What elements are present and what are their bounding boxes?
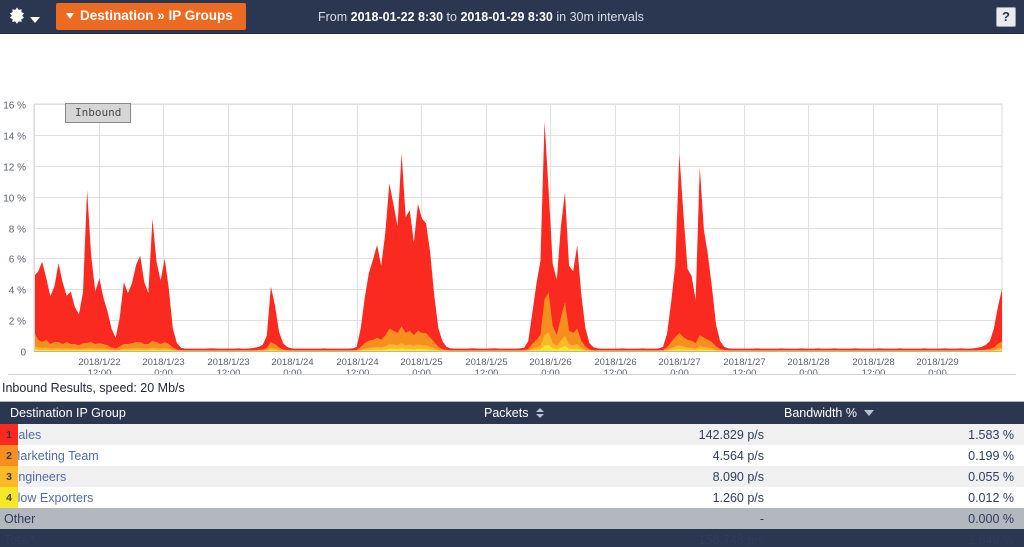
cell-group-name: 3 Engineers [0,466,474,487]
x-tick-time: 12:00 [346,368,370,374]
x-tick-time: 0:00 [541,368,560,374]
x-tick-time: 12:00 [733,368,757,374]
breadcrumb-destination-ip-groups[interactable]: Destination » IP Groups [56,3,246,30]
cell-packets: 4.564 p/s [474,445,774,466]
breadcrumb-label: Destination » IP Groups [80,8,233,24]
column-header-packets[interactable]: Packets [474,402,774,424]
x-tick-date: 2018/1/23 [207,357,249,368]
chevron-down-icon [30,17,40,23]
cell-bandwidth: 0.199 % [774,445,1024,466]
table-body: 1 Sales 142.829 p/s 1.583 % 2 Marketing Team 4… [0,424,1024,547]
range-suffix: in 30m intervals [552,9,644,24]
column-header-destination-ip-group[interactable]: Destination IP Group [0,402,474,424]
help-button[interactable]: ? [996,6,1016,27]
cell-bandwidth: 0.000 % [774,508,1024,529]
cell-packets: 8.090 p/s [474,466,774,487]
cell-packets: 142.829 p/s [474,424,774,445]
traffic-chart: 02 % 4 % 6 % 8 % 10 % 12 % 14 % 16 % 2018/1/22 12… [0,34,1024,374]
x-tick-date: 2018/1/26 [529,357,571,368]
y-tick-label: 14 % [3,132,26,143]
cell-group-name: Total* [0,529,474,547]
x-tick-time: 12:00 [475,368,499,374]
chart-canvas: 02 %4 %6 %8 %10 %12 %14 %16 %2018/1/2212… [3,101,1003,374]
x-tick-time: 12:00 [862,368,886,374]
range-start: 2018-01-22 8:30 [350,9,444,24]
column-header-bandwidth[interactable]: Bandwidth % [774,402,1024,424]
table-row[interactable]: 4 Flow Exporters 1.260 p/s 0.012 % [0,487,1024,508]
table-row[interactable]: 2 Marketing Team 4.564 p/s 0.199 % [0,445,1024,466]
x-tick-date: 2018/1/23 [142,357,184,368]
x-tick-time: 0:00 [799,368,818,374]
cell-packets: 1.260 p/s [474,487,774,508]
legend-inbound[interactable]: Inbound [65,103,132,123]
range-end: 2018-01-29 8:30 [460,9,553,24]
y-tick-label: 2 % [9,317,26,328]
x-tick-date: 2018/1/27 [658,357,700,368]
cell-bandwidth: 0.055 % [774,466,1024,487]
y-tick-label: 4 % [9,286,26,297]
rank-badge: 3 [0,466,18,487]
x-tick-time: 0:00 [283,368,302,374]
x-tick-time: 0:00 [670,368,689,374]
group-link[interactable]: Engineers [10,470,66,484]
top-toolbar: Destination » IP Groups From 2018-01-22 … [0,0,1024,34]
x-tick-date: 2018/1/28 [787,357,829,368]
x-tick-date: 2018/1/24 [336,357,378,368]
group-link[interactable]: Marketing Team [10,449,99,463]
y-tick-label: 8 % [9,225,26,236]
x-tick-time: 0:00 [928,368,947,374]
time-range-label: From 2018-01-22 8:30 to 2018-01-29 8:30 … [318,10,644,24]
table-row[interactable]: 3 Engineers 8.090 p/s 0.055 % [0,466,1024,487]
column-label-packets: Packets [484,406,529,420]
cell-packets: - [474,508,774,529]
x-tick-time: 12:00 [217,368,241,374]
x-tick-time: 12:00 [88,368,112,374]
plot-area [33,103,1003,352]
sort-descending-icon[interactable] [864,409,875,416]
y-tick-label: 16 % [3,101,26,112]
cell-packets: 156.743 p/s [474,529,774,547]
x-tick-time: 0:00 [412,368,431,374]
column-label-name: Destination IP Group [10,406,126,420]
dropdown-triangle-icon [66,13,74,19]
range-prefix: From [318,9,351,24]
group-link[interactable]: Flow Exporters [10,491,93,505]
x-tick-date: 2018/1/26 [594,357,636,368]
x-tick-date: 2018/1/24 [271,357,313,368]
x-tick-date: 2018/1/27 [723,357,765,368]
x-tick-date: 2018/1/28 [852,357,894,368]
rank-badge: 1 [0,424,18,445]
column-label-bandwidth: Bandwidth % [784,406,857,420]
rank-badge: 2 [0,445,18,466]
cell-group-name: 2 Marketing Team [0,445,474,466]
settings-menu-button[interactable] [0,0,46,34]
y-tick-label: 12 % [3,163,26,174]
y-tick-label: 10 % [3,194,26,205]
cell-group-name: 1 Sales [0,424,474,445]
y-tick-label: 6 % [9,255,26,266]
rank-badge: 4 [0,487,18,508]
cell-bandwidth: 0.012 % [774,487,1024,508]
table-row-other: Other -0.000 % [0,508,1024,529]
range-mid: to [443,9,461,24]
x-tick-date: 2018/1/25 [465,357,507,368]
x-tick-date: 2018/1/29 [916,357,958,368]
sort-both-icon[interactable] [535,407,544,418]
x-tick-date: 2018/1/22 [78,357,120,368]
cell-bandwidth: 1.849 % [774,529,1024,547]
y-tick-label: 0 [20,348,26,359]
cell-group-name: Other [0,508,474,529]
x-tick-date: 2018/1/25 [400,357,442,368]
table-row-total: Total* 156.743 p/s 1.849 % [0,529,1024,547]
table-header-row: Destination IP Group Packets Bandwidth % [0,402,1024,424]
cell-bandwidth: 1.583 % [774,424,1024,445]
table-row[interactable]: 1 Sales 142.829 p/s 1.583 % [0,424,1024,445]
gear-icon [6,6,28,28]
x-tick-time: 12:00 [604,368,628,374]
results-caption: Inbound Results, speed: 20 Mb/s [0,375,1024,402]
cell-group-name: 4 Flow Exporters [0,487,474,508]
results-table: Destination IP Group Packets Bandwidth %… [0,402,1024,547]
x-tick-time: 0:00 [154,368,173,374]
table-header: Destination IP Group Packets Bandwidth % [0,402,1024,424]
